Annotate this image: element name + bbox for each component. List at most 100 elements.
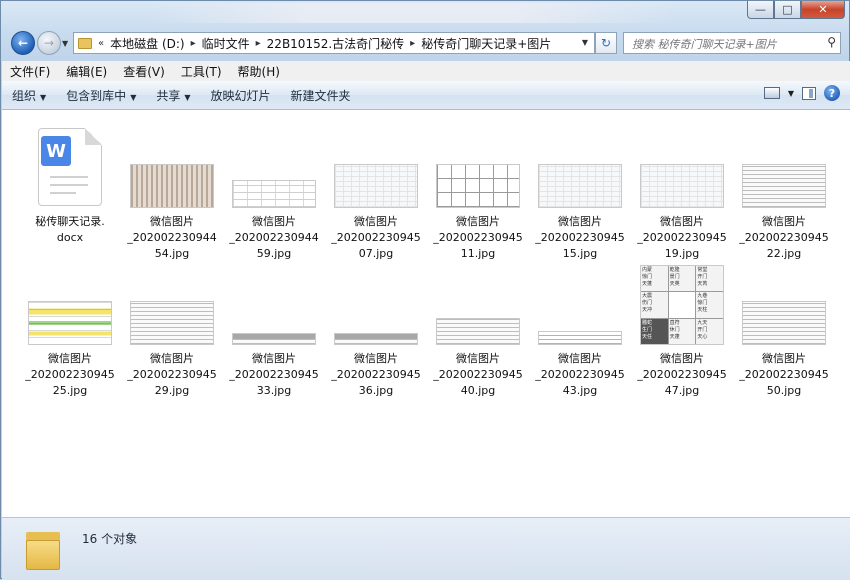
file-name-line: _202002230945 bbox=[637, 231, 727, 244]
file-name-line: _202002230945 bbox=[739, 231, 829, 244]
file-name-line: _202002230945 bbox=[331, 231, 421, 244]
file-thumbnail[interactable] bbox=[127, 118, 217, 208]
maximize-button[interactable]: □ bbox=[774, 1, 801, 19]
qimen-cell: 直符 休门 天蓬 bbox=[668, 318, 696, 344]
chevron-down-icon: ▼ bbox=[184, 92, 191, 102]
file-name-line: 43.jpg bbox=[562, 384, 598, 397]
image-thumbnail bbox=[742, 301, 826, 345]
search-icon[interactable]: ⚲ bbox=[827, 35, 836, 49]
file-name: 微信图片 _202002230945 50.jpg bbox=[734, 351, 834, 399]
qimen-cell: 常堂 开门 天芮 bbox=[696, 266, 723, 292]
file-thumbnail[interactable] bbox=[535, 118, 625, 208]
folder-icon bbox=[78, 37, 92, 49]
share-button[interactable]: 共享 ▼ bbox=[146, 87, 200, 104]
forward-button[interactable]: → bbox=[37, 31, 61, 55]
change-view-icon[interactable] bbox=[763, 87, 780, 99]
refresh-button[interactable]: ↻ bbox=[595, 32, 617, 54]
qimen-cell: 大震 伤门 天冲 bbox=[641, 292, 668, 318]
breadcrumb-overflow[interactable]: « bbox=[98, 38, 104, 49]
recent-pages-dropdown[interactable]: ▼ bbox=[62, 39, 68, 48]
minimize-button[interactable]: — bbox=[747, 1, 774, 19]
arrow-right-icon: → bbox=[43, 36, 55, 50]
file-thumbnail[interactable] bbox=[331, 255, 421, 345]
file-thumbnail[interactable] bbox=[25, 255, 115, 345]
file-name-line: 微信图片 bbox=[456, 215, 500, 228]
file-thumbnail[interactable] bbox=[637, 118, 727, 208]
navigation-bar: ← → ▼ « 本地磁盘 (D:) ▸ 临时文件 ▸ 22B10152.古法奇门… bbox=[1, 29, 850, 57]
file-name-line: 微信图片 bbox=[252, 215, 296, 228]
breadcrumb-drive[interactable]: 本地磁盘 (D:) bbox=[110, 35, 184, 52]
file-name-line: _202002230945 bbox=[331, 368, 421, 381]
file-name-line: 微信图片 bbox=[354, 352, 398, 365]
menu-tools[interactable]: 工具(T) bbox=[173, 63, 230, 80]
view-controls: ▼ ? bbox=[763, 85, 840, 101]
breadcrumb-current[interactable]: 秘传奇门聊天记录+图片 bbox=[421, 35, 551, 52]
file-thumbnail[interactable]: 内蒙 惊门 天蓬 乾隆 景门 天英 常堂 开门 天芮 大震 伤门 天冲 九巷 惊门 天柱 螣蛇 生门 天任 直符 休门… bbox=[637, 255, 727, 345]
address-bar[interactable]: « 本地磁盘 (D:) ▸ 临时文件 ▸ 22B10152.古法奇门秘传 ▸ 秘… bbox=[73, 32, 595, 54]
qimen-cell: 九巷 惊门 天柱 bbox=[696, 292, 723, 318]
file-name-line: 47.jpg bbox=[664, 384, 700, 397]
file-thumbnail[interactable] bbox=[739, 255, 829, 345]
caption-buttons: — □ ✕ bbox=[747, 1, 845, 19]
file-thumbnail[interactable] bbox=[229, 118, 319, 208]
file-name-line: _202002230945 bbox=[229, 368, 319, 381]
chevron-right-icon[interactable]: ▸ bbox=[256, 38, 261, 49]
slideshow-button[interactable]: 放映幻灯片 bbox=[201, 87, 281, 104]
file-thumbnail[interactable] bbox=[535, 255, 625, 345]
menu-file[interactable]: 文件(F) bbox=[2, 63, 58, 80]
file-thumbnail[interactable] bbox=[127, 255, 217, 345]
file-name-line: _202002230944 bbox=[127, 231, 217, 244]
chevron-right-icon[interactable]: ▸ bbox=[410, 38, 415, 49]
file-name: 微信图片 _202002230945 36.jpg bbox=[326, 351, 426, 399]
arrow-left-icon: ← bbox=[17, 36, 29, 50]
organize-button[interactable]: 组织 ▼ bbox=[2, 87, 56, 104]
menu-view[interactable]: 查看(V) bbox=[115, 63, 173, 80]
include-in-library-button[interactable]: 包含到库中 ▼ bbox=[56, 87, 146, 104]
command-bar: 组织 ▼ 包含到库中 ▼ 共享 ▼ 放映幻灯片 新建文件夹 ▼ ? bbox=[2, 81, 850, 110]
title-bar: — □ ✕ bbox=[1, 1, 850, 27]
file-thumbnail[interactable] bbox=[331, 118, 421, 208]
file-name-line: _202002230945 bbox=[739, 368, 829, 381]
file-thumbnail[interactable] bbox=[433, 118, 523, 208]
image-thumbnail bbox=[130, 164, 214, 208]
file-name-line: 微信图片 bbox=[762, 352, 806, 365]
file-name-line: _202002230944 bbox=[229, 231, 319, 244]
image-thumbnail bbox=[538, 164, 622, 208]
search-input[interactable] bbox=[630, 34, 824, 54]
file-thumbnail[interactable] bbox=[229, 255, 319, 345]
image-thumbnail bbox=[232, 180, 316, 208]
qimen-cell bbox=[668, 292, 696, 318]
file-name: 微信图片 _202002230945 33.jpg bbox=[224, 351, 324, 399]
preview-pane-icon[interactable] bbox=[802, 86, 816, 100]
address-dropdown[interactable]: ▼ bbox=[582, 38, 588, 47]
breadcrumb-book[interactable]: 22B10152.古法奇门秘传 bbox=[267, 35, 405, 52]
menu-edit[interactable]: 编辑(E) bbox=[58, 63, 115, 80]
qimen-cell: 内蒙 惊门 天蓬 bbox=[641, 266, 668, 292]
qimen-cell: 九天 开门 天心 bbox=[696, 318, 723, 344]
breadcrumb-temp[interactable]: 临时文件 bbox=[202, 35, 250, 52]
file-name: 秘传聊天记录. docx bbox=[20, 214, 120, 246]
new-folder-button[interactable]: 新建文件夹 bbox=[281, 87, 361, 104]
file-thumbnail[interactable]: W bbox=[25, 118, 115, 208]
file-name-line: _202002230945 bbox=[637, 368, 727, 381]
view-options-dropdown[interactable]: ▼ bbox=[788, 89, 794, 98]
image-thumbnail bbox=[130, 301, 214, 345]
chevron-right-icon[interactable]: ▸ bbox=[191, 38, 196, 49]
image-thumbnail bbox=[28, 301, 112, 345]
file-name-line: 40.jpg bbox=[460, 384, 496, 397]
menu-help[interactable]: 帮助(H) bbox=[230, 63, 288, 80]
search-box[interactable]: ⚲ bbox=[623, 32, 841, 54]
help-icon[interactable]: ? bbox=[824, 85, 840, 101]
image-thumbnail bbox=[538, 331, 622, 345]
close-button[interactable]: ✕ bbox=[801, 1, 845, 19]
file-name-line: 微信图片 bbox=[558, 352, 602, 365]
file-name: 微信图片 _202002230945 29.jpg bbox=[122, 351, 222, 399]
file-name-line: 微信图片 bbox=[48, 352, 92, 365]
file-name-line: 29.jpg bbox=[154, 384, 190, 397]
back-button[interactable]: ← bbox=[11, 31, 35, 55]
file-thumbnail[interactable] bbox=[433, 255, 523, 345]
file-thumbnail[interactable] bbox=[739, 118, 829, 208]
file-name: 微信图片 _202002230945 47.jpg bbox=[632, 351, 732, 399]
file-name-line: _202002230945 bbox=[127, 368, 217, 381]
file-name-line: 秘传聊天记录. bbox=[35, 215, 105, 228]
